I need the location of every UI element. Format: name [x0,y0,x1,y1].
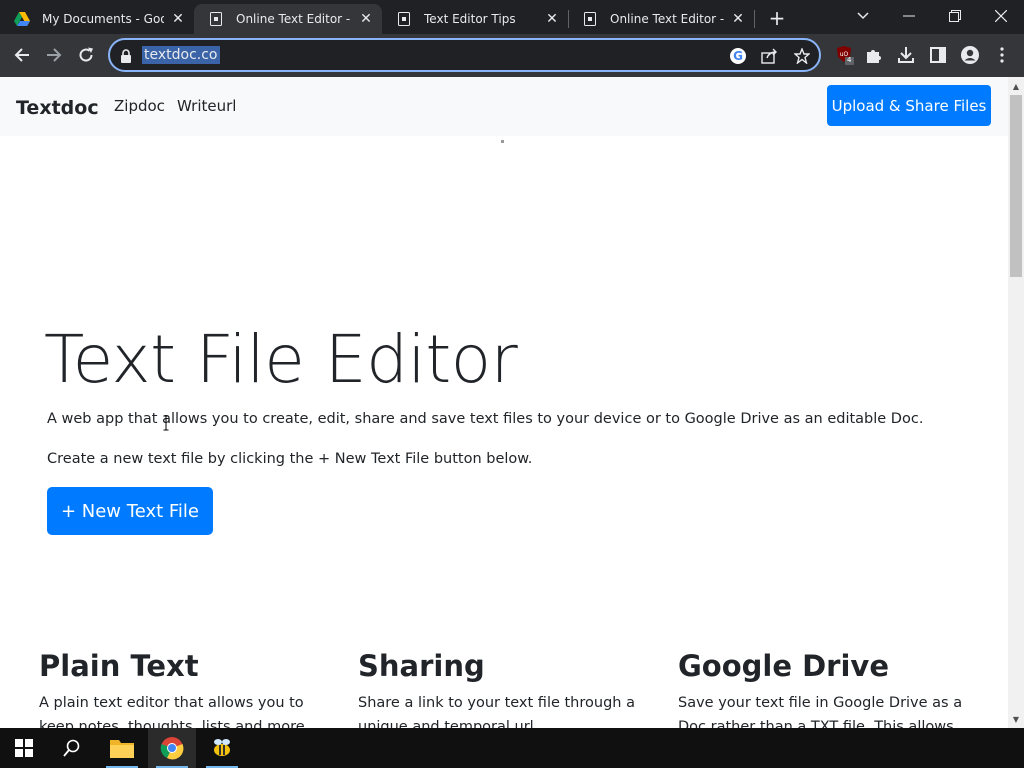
chrome-icon [160,737,184,760]
new-text-file-button[interactable]: + New Text File [47,487,213,535]
feature-sharing: Sharing Share a link to your text file t… [358,649,658,728]
page-title: Text File Editor [44,321,518,398]
nav-link-writeurl[interactable]: Writeurl [177,97,236,115]
restore-button[interactable] [932,0,978,32]
google-drive-icon [14,11,30,27]
scroll-down-arrow-icon[interactable]: ▼ [1012,715,1020,724]
feature-title: Google Drive [678,649,890,683]
start-button[interactable] [0,728,48,768]
back-button[interactable] [8,41,36,69]
page-scrollbar[interactable]: ▲ ▼ [1008,77,1024,728]
close-window-button[interactable] [978,0,1024,32]
address-bar[interactable]: textdoc.co G [108,38,821,72]
reload-button[interactable] [72,41,100,69]
search-button[interactable] [48,728,96,768]
close-icon[interactable]: ✕ [730,11,746,27]
kebab-menu-icon[interactable] [990,43,1014,67]
close-icon[interactable]: ✕ [358,11,374,27]
close-icon[interactable]: ✕ [170,11,186,27]
ublock-extension-icon[interactable]: uO 4 [832,43,856,67]
forward-button[interactable] [40,41,68,69]
textdoc-favicon [582,11,598,27]
feature-description: A plain text editor that allows you to k… [39,695,310,728]
tab-title: Text Editor Tips [424,12,516,26]
arrow-right-icon [47,48,62,62]
feature-title: Sharing [358,649,485,683]
minimize-button[interactable] [886,0,932,32]
feature-plain-text: Plain Text A plain text editor that allo… [39,649,339,728]
bookmark-star-icon[interactable] [792,46,812,66]
scrollbar-thumb[interactable] [1010,95,1022,277]
web-page: Textdoc Zipdoc Writeurl Upload & Share F… [0,77,1024,728]
lock-icon[interactable] [120,48,134,63]
brand-link[interactable]: Textdoc [16,97,99,119]
instruction-text: Create a new text file by clicking the +… [47,451,533,467]
tab-strip: My Documents - Goog ✕ Online Text Editor… [0,0,1024,34]
textdoc-favicon [396,11,412,27]
folder-icon [110,740,134,758]
tab-title: Online Text Editor - Cr [610,12,724,26]
tab-title: Online Text Editor - Cr [236,12,352,26]
site-navbar: Textdoc Zipdoc Writeurl Upload & Share F… [0,77,1008,136]
google-lens-icon[interactable]: G [728,46,748,66]
tab-text-editor-tips[interactable]: Text Editor Tips ✕ [382,4,568,34]
windows-taskbar [0,728,1024,768]
scroll-up-arrow-icon[interactable]: ▲ [1012,82,1020,91]
reload-icon [79,47,93,62]
profile-avatar-icon[interactable] [958,43,982,67]
file-explorer-button[interactable] [98,728,146,768]
extension-badge: 4 [847,56,852,64]
intro-text: A web app that allows you to create, edi… [47,411,924,427]
textdoc-favicon [208,11,224,27]
side-panel-icon[interactable] [926,43,950,67]
share-icon[interactable] [760,46,780,66]
arrow-left-icon [14,48,29,62]
extensions-puzzle-icon[interactable] [862,43,886,67]
address-text[interactable]: textdoc.co [142,46,220,64]
chevron-down-icon [857,12,869,20]
tab-my-documents[interactable]: My Documents - Goog ✕ [0,4,194,34]
app-taskbar-button[interactable] [198,728,246,768]
close-icon[interactable]: ✕ [544,11,560,27]
feature-google-drive: Google Drive Save your text file in Goog… [678,649,978,728]
tab-online-text-editor-2[interactable]: Online Text Editor - Cr ✕ [568,4,754,34]
upload-share-files-button[interactable]: Upload & Share Files [827,85,991,126]
windows-logo-icon [15,739,33,757]
tab-online-text-editor[interactable]: Online Text Editor - Cr ✕ [194,4,382,34]
feature-title: Plain Text [39,649,199,683]
text-cursor-icon [163,415,169,431]
feature-description: Share a link to your text file through a… [358,695,635,728]
nav-link-zipdoc[interactable]: Zipdoc [114,97,165,115]
loading-dot [501,140,504,143]
bee-app-icon [214,739,230,756]
search-icon [63,739,80,757]
tab-title: My Documents - Goog [42,12,164,26]
feature-description: Save your text file in Google Drive as a… [678,695,968,728]
chrome-taskbar-button[interactable] [148,728,196,768]
browser-toolbar: textdoc.co G uO 4 [0,34,1024,77]
tab-search-button[interactable] [840,0,886,32]
tab-separator [754,10,755,28]
download-icon[interactable] [894,43,918,67]
new-tab-button[interactable]: + [764,6,790,30]
svg-text:G: G [733,49,743,63]
